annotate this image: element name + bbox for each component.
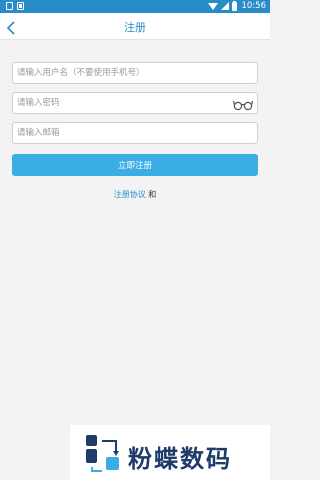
site-logo-icon [86,435,119,472]
username-field[interactable] [12,62,258,84]
email-field[interactable] [12,122,258,144]
password-field[interactable] [12,92,258,114]
register-button[interactable]: 立即注册 [12,154,258,176]
android-notification-icon [17,2,24,10]
page-title: 注册 [124,21,146,34]
and-text: 和 [148,190,157,199]
status-right-icons: 10:56 [207,0,267,11]
signal-icon [220,2,229,10]
status-bar: 10:56 [0,0,270,13]
status-time: 10:56 [241,1,267,11]
notification-icon [6,2,13,10]
battery-icon [231,0,237,11]
agreement-row: 注册协议 和 [0,189,270,200]
glasses-icon [232,100,254,111]
wifi-icon [207,2,218,10]
app-bar: 注册 [0,13,270,40]
watermark-text: 粉蝶数码 [128,445,232,473]
watermark-logo: 粉蝶数码 [70,425,270,480]
terms-link[interactable]: 注册协议 [114,190,146,199]
status-left-icons [6,2,24,10]
show-password-toggle[interactable] [232,96,254,111]
